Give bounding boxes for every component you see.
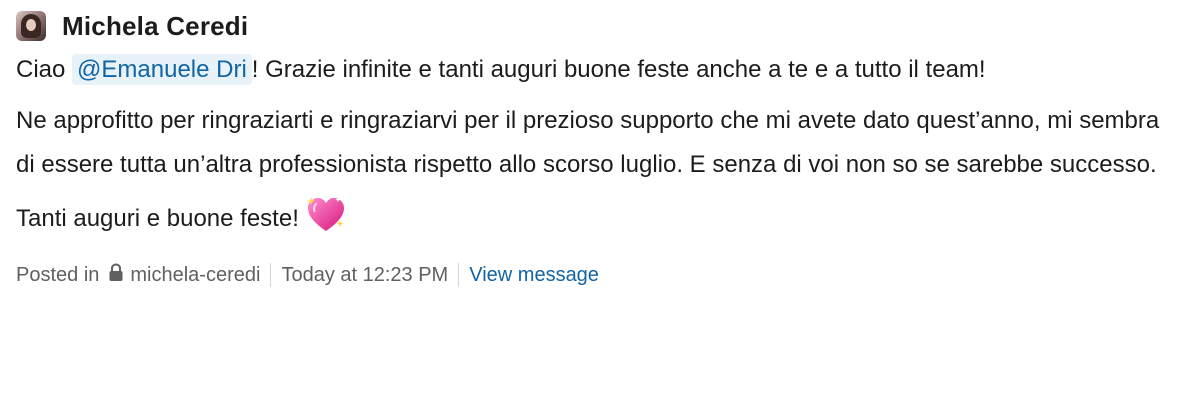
message-paragraph: Ne approfitto per ringraziarti e ringraz… (16, 99, 1184, 187)
posted-in-label: Posted in (16, 263, 100, 286)
user-mention[interactable]: @Emanuele Dri (72, 54, 252, 85)
greeting-text: Ciao (16, 56, 73, 83)
divider (458, 263, 460, 287)
message-body: Ciao @Emanuele Dri! Grazie infinite e ta… (16, 48, 1184, 251)
message-text: Tanti auguri e buone feste! (16, 205, 299, 232)
message-paragraph: Ciao @Emanuele Dri! Grazie infinite e ta… (16, 48, 1184, 92)
lock-icon (108, 262, 124, 288)
message-header: Michela Ceredi (16, 4, 1184, 48)
message-text: Ne approfitto per ringraziarti e ringraz… (16, 107, 1160, 178)
timestamp[interactable]: Today at 12:23 PM (281, 264, 448, 287)
message-text: ! Grazie infinite e tanti auguri buone f… (251, 56, 986, 83)
sparkling-heart-icon (305, 194, 347, 251)
message-paragraph: Tanti auguri e buone feste! (16, 194, 1184, 251)
message-card: Michela Ceredi Ciao @Emanuele Dri! Grazi… (0, 0, 1200, 400)
avatar[interactable] (16, 11, 46, 41)
channel-link[interactable]: michela-ceredi (130, 264, 260, 287)
author-name[interactable]: Michela Ceredi (62, 11, 248, 42)
message-footer: Posted in michela-ceredi Today at 12:23 … (16, 258, 1184, 292)
view-message-link[interactable]: View message (469, 264, 599, 287)
divider (270, 263, 272, 287)
